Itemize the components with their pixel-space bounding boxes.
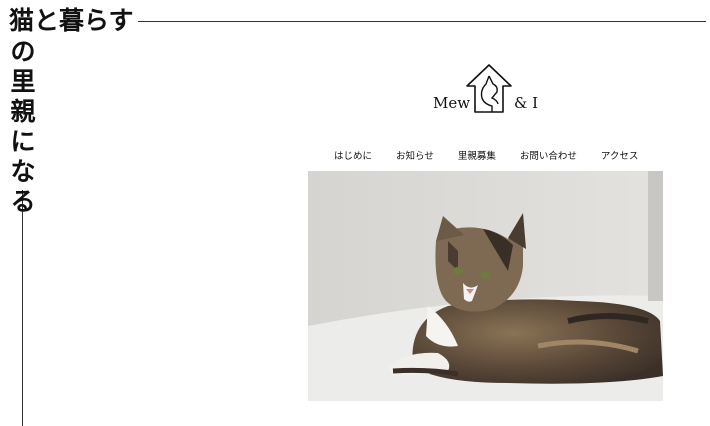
tagline-char: 里 (10, 67, 36, 96)
nav-item-access[interactable]: アクセス (601, 148, 639, 162)
side-divider-line (22, 190, 23, 426)
house-cat-icon (466, 64, 512, 113)
tagline-char: な (10, 157, 36, 186)
tagline-char: に (10, 127, 36, 156)
site-logo[interactable]: Mew & I (430, 62, 550, 118)
tagline-horizontal: 猫と暮らす (9, 6, 134, 35)
nav-item-news[interactable]: お知らせ (396, 148, 434, 162)
nav-item-adoption[interactable]: 里親募集 (458, 148, 496, 162)
logo-text-and-i: & I (514, 94, 539, 112)
main-nav: はじめに お知らせ 里親募集 お問い合わせ アクセス (334, 148, 638, 162)
tagline-char: 親 (10, 97, 36, 126)
tagline-vertical: の 里 親 に な る (8, 37, 38, 217)
tagline-char: る (10, 187, 36, 216)
calico-cat-photo (308, 171, 663, 401)
header-divider-line (138, 21, 706, 22)
nav-item-contact[interactable]: お問い合わせ (520, 148, 577, 162)
nav-item-intro[interactable]: はじめに (334, 148, 372, 162)
hero-image (308, 171, 663, 401)
tagline-char: の (10, 37, 36, 66)
